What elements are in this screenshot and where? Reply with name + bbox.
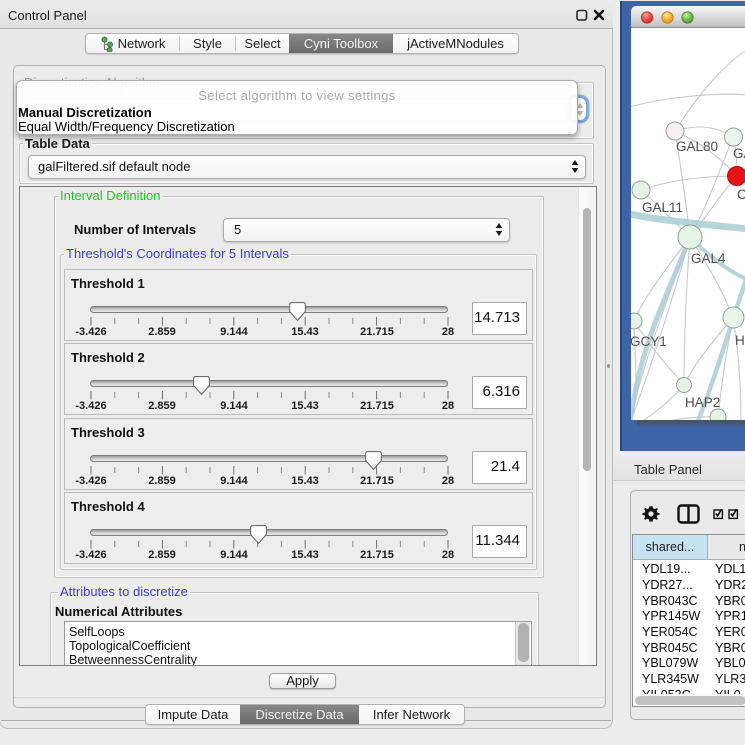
svg-text:GAL11: GAL11 (642, 200, 683, 215)
svg-text:HAP2: HAP2 (685, 395, 720, 410)
svg-text:GAL4: GAL4 (691, 251, 726, 266)
svg-text:H: H (735, 333, 745, 348)
svg-text:C: C (737, 187, 745, 202)
svg-text:GAL80: GAL80 (676, 139, 718, 154)
svg-text:GCY1: GCY1 (631, 334, 667, 349)
svg-text:GA: GA (733, 146, 745, 161)
